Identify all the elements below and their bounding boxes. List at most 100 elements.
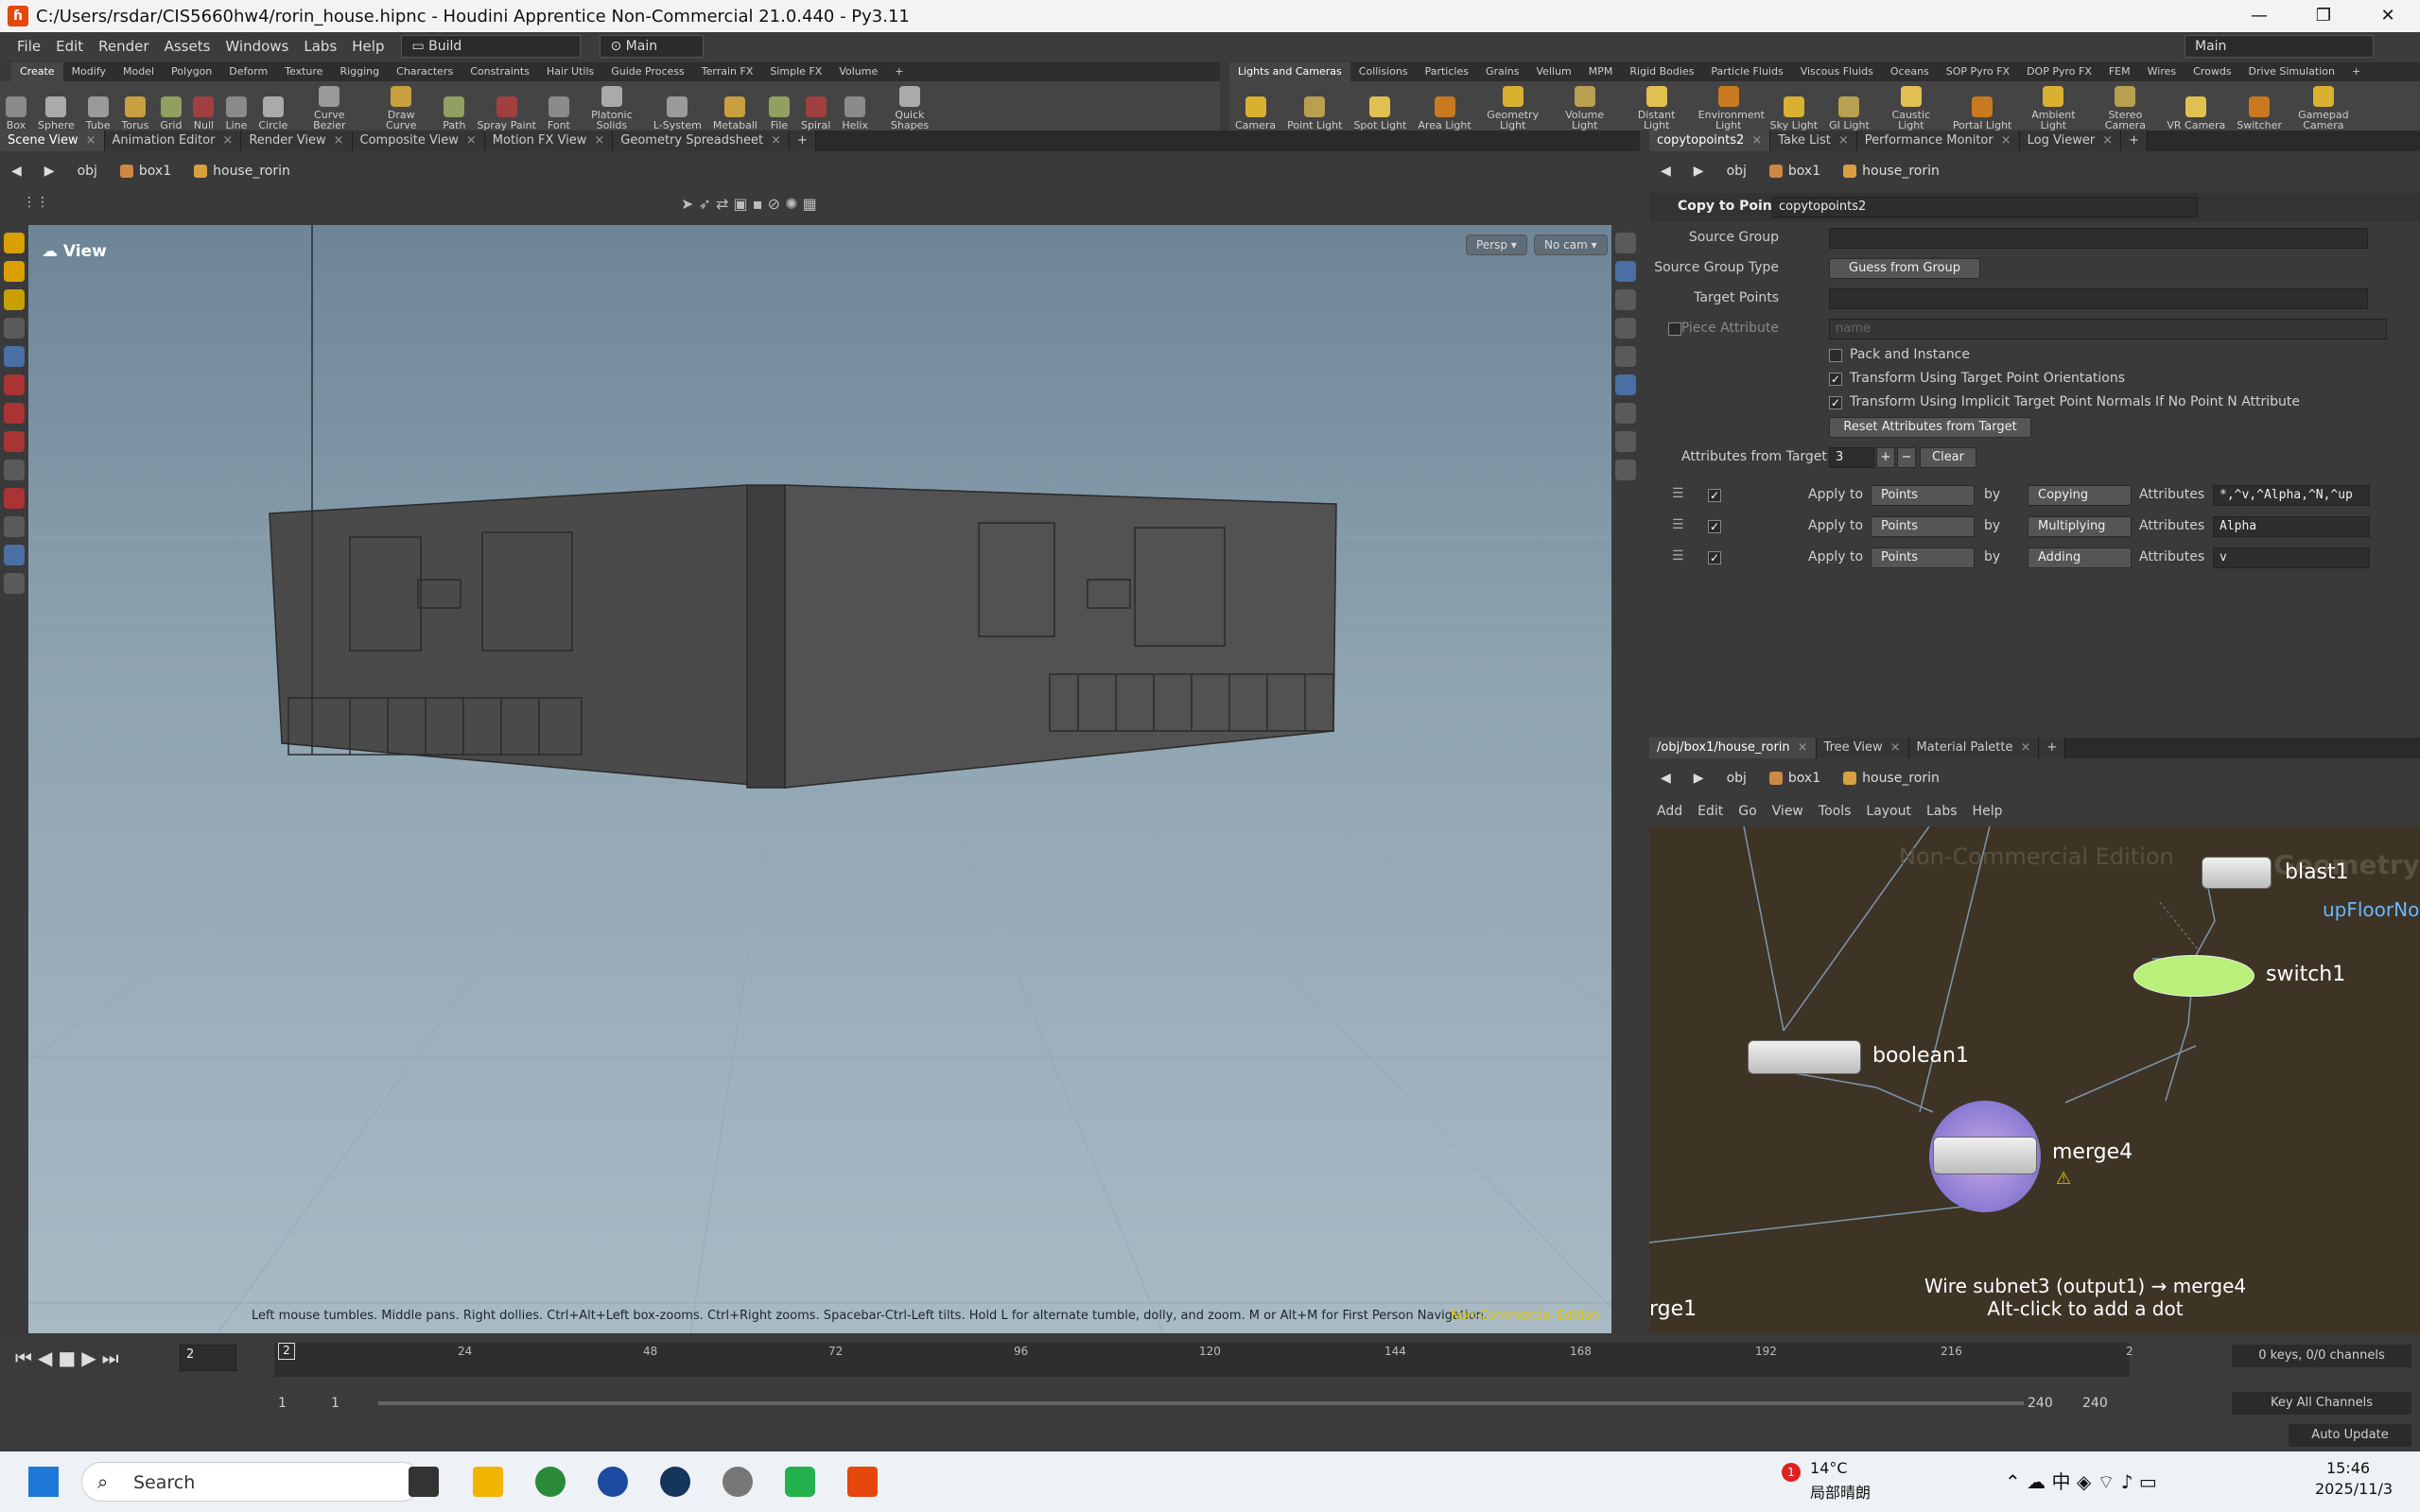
- magnet-tool-icon[interactable]: [4, 488, 25, 509]
- shelf-tool-gi-light[interactable]: GI Light: [1823, 96, 1875, 130]
- source-group-type-select[interactable]: Guess from Group: [1829, 258, 1980, 279]
- wire-icon[interactable]: [1615, 431, 1636, 452]
- shelf-tab[interactable]: Hair Utils: [538, 62, 602, 81]
- operation-select[interactable]: Multiplying: [2028, 516, 2132, 537]
- net-menu-layout[interactable]: Layout: [1858, 804, 1919, 819]
- clock-time[interactable]: 15:46: [2326, 1459, 2370, 1477]
- persp-menu[interactable]: Persp ▾: [1466, 235, 1527, 255]
- handle-tool-icon[interactable]: [4, 460, 25, 480]
- minimize-button[interactable]: —: [2227, 0, 2291, 32]
- shelf-tool-circle[interactable]: Circle: [252, 96, 293, 130]
- menu-file[interactable]: File: [9, 38, 48, 55]
- shelf-tab[interactable]: Terrain FX: [693, 62, 762, 81]
- clear-button[interactable]: Clear: [1920, 447, 1976, 468]
- weather-text[interactable]: 局部晴朗: [1810, 1480, 1871, 1503]
- shelf-tool-sphere[interactable]: Sphere: [32, 96, 80, 130]
- grid-menu-icon[interactable]: ⋮⋮: [23, 195, 49, 210]
- scene-viewport[interactable]: ☁ View Persp ▾ No cam ▾ Left mouse tumbl…: [28, 225, 1611, 1333]
- breadcrumb-obj[interactable]: obj: [66, 164, 109, 179]
- network-editor[interactable]: Non-Commercial Edition Geometry blast1 u…: [1649, 826, 2420, 1333]
- tab-render-view[interactable]: Render View ×: [241, 130, 353, 151]
- shelf-tool-path[interactable]: Path: [437, 96, 471, 130]
- node-name-field[interactable]: copytopoints2: [1772, 197, 2198, 217]
- shelf-tool-draw-curve[interactable]: Draw Curve: [365, 86, 437, 130]
- shelf-tab[interactable]: MPM: [1580, 62, 1622, 81]
- shelf-tool-quick-shapes[interactable]: Quick Shapes: [874, 86, 946, 130]
- shelf-tool-gamepad-camera[interactable]: Gamepad Camera: [2288, 86, 2359, 130]
- shelf-tab[interactable]: Wires: [2139, 62, 2185, 81]
- tab-params[interactable]: copytopoints2 ×: [1649, 130, 1771, 151]
- shelf-tool-vr-camera[interactable]: VR Camera: [2161, 96, 2231, 130]
- shelf-tool-platonic-solids[interactable]: Platonic Solids: [576, 86, 648, 130]
- back-icon[interactable]: ◀: [1649, 771, 1682, 786]
- maximize-button[interactable]: ❐: [2291, 0, 2356, 32]
- range-start[interactable]: 1: [278, 1396, 287, 1411]
- blast1-node[interactable]: [2202, 857, 2272, 889]
- menu-assets[interactable]: Assets: [157, 38, 218, 55]
- boolean1-node[interactable]: [1748, 1040, 1861, 1074]
- breadcrumb-box[interactable]: box1: [1758, 164, 1832, 179]
- breadcrumb-box[interactable]: box1: [1758, 771, 1832, 786]
- shelf-tool-tube[interactable]: Tube: [80, 96, 116, 130]
- desktop-select[interactable]: ▭ Build: [401, 35, 582, 58]
- forward-icon[interactable]: ▶: [33, 164, 66, 179]
- remove-multiparm-button[interactable]: −: [1897, 447, 1916, 468]
- tab-scene-view[interactable]: Scene View ×: [0, 130, 105, 151]
- back-icon[interactable]: ◀: [0, 164, 33, 179]
- app-icon[interactable]: [598, 1467, 628, 1497]
- shelf-tab[interactable]: Particle Fluids: [1702, 62, 1791, 81]
- implicit-normals-checkbox[interactable]: ✓: [1829, 396, 1842, 409]
- merge4-node[interactable]: [1933, 1137, 2037, 1174]
- attributes-count-field[interactable]: 3: [1829, 447, 1874, 468]
- drag-handle-icon[interactable]: ☰: [1672, 517, 1684, 532]
- windows-start-icon[interactable]: [28, 1467, 59, 1497]
- transform-tool-icon[interactable]: [4, 374, 25, 395]
- lock-tool-icon[interactable]: [4, 346, 25, 367]
- tab-tree-view[interactable]: Tree View ×: [1816, 738, 1909, 758]
- houdini-taskbar-icon[interactable]: [847, 1467, 878, 1497]
- shelf-tab[interactable]: Model: [114, 62, 163, 81]
- apply-to-select[interactable]: Points: [1871, 516, 1975, 537]
- breadcrumb-node[interactable]: house_rorin: [1832, 771, 1951, 786]
- shelf-tool-point-light[interactable]: Point Light: [1281, 96, 1348, 130]
- shelf-tool-portal-light[interactable]: Portal Light: [1947, 96, 2018, 130]
- camera-tool-icon[interactable]: [4, 573, 25, 594]
- ghost-icon[interactable]: [1615, 261, 1636, 282]
- net-menu-view[interactable]: View: [1765, 804, 1811, 819]
- shelf-tool-environment-light[interactable]: Environment Light: [1693, 86, 1765, 130]
- tab-performance-monitor[interactable]: Performance Monitor ×: [1856, 130, 2020, 151]
- add-tab-icon[interactable]: +: [2039, 738, 2066, 758]
- taskbar-search[interactable]: ⌕ Search: [81, 1462, 422, 1502]
- net-menu-go[interactable]: Go: [1731, 804, 1764, 819]
- points-icon[interactable]: [1615, 460, 1636, 480]
- operation-select[interactable]: Adding: [2028, 547, 2132, 568]
- view-tool-icon[interactable]: [4, 545, 25, 565]
- row-enable-checkbox[interactable]: ✓: [1708, 489, 1721, 502]
- brush-tool-icon[interactable]: [4, 289, 25, 310]
- headlight-icon[interactable]: [1615, 374, 1636, 395]
- shelf-tab[interactable]: DOP Pyro FX: [2018, 62, 2100, 81]
- menu-help[interactable]: Help: [344, 38, 392, 55]
- operation-select[interactable]: Copying: [2028, 485, 2132, 506]
- attributes-field[interactable]: Alpha: [2213, 516, 2370, 537]
- shelf-tool-volume-light[interactable]: Volume Light: [1549, 86, 1621, 130]
- breadcrumb-node[interactable]: house_rorin: [1832, 164, 1951, 179]
- menu-labs[interactable]: Labs: [296, 38, 344, 55]
- add-shelf-tab-icon[interactable]: +: [2343, 62, 2369, 81]
- attributes-field[interactable]: v: [2213, 547, 2370, 568]
- shelf-tab[interactable]: Modify: [63, 62, 114, 81]
- close-button[interactable]: ✕: [2356, 0, 2420, 32]
- target-points-field[interactable]: [1829, 288, 2368, 309]
- playback-controls[interactable]: ⏮◀■▶⏭: [15, 1347, 125, 1369]
- shelf-tab[interactable]: Vellum: [1528, 62, 1580, 81]
- piece-attribute-field[interactable]: name: [1829, 319, 2387, 339]
- shelf-tool-box[interactable]: Box: [0, 96, 32, 130]
- shelf-tab[interactable]: Drive Simulation: [2240, 62, 2343, 81]
- range-end[interactable]: 240: [2028, 1396, 2053, 1411]
- menu-edit[interactable]: Edit: [48, 38, 91, 55]
- net-menu-add[interactable]: Add: [1649, 804, 1690, 819]
- settings-icon[interactable]: [723, 1467, 753, 1497]
- shelf-tool-spot-light[interactable]: Spot Light: [1348, 96, 1412, 130]
- shelf-tab[interactable]: FEM: [2100, 62, 2139, 81]
- snap-tool-icon[interactable]: [4, 516, 25, 537]
